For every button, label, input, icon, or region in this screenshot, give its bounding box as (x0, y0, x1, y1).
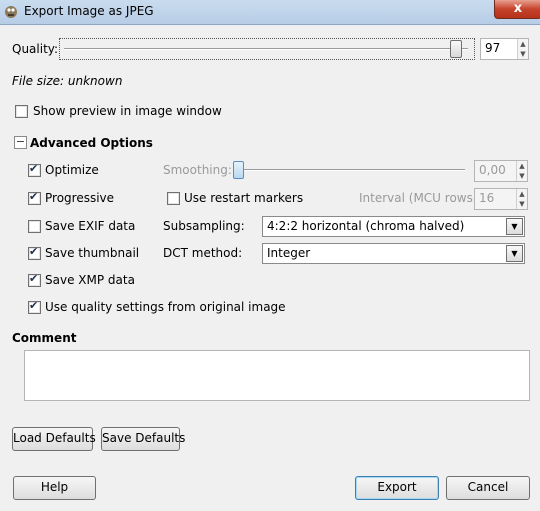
collapse-minus-icon[interactable]: − (14, 136, 27, 149)
interval-value: 16 (479, 191, 495, 205)
dct-method-label: DCT method: (163, 246, 243, 260)
comment-label: Comment (12, 331, 77, 345)
quality-slider-handle[interactable] (450, 40, 462, 58)
interval-spin-arrows[interactable]: ▲ ▼ (516, 189, 527, 209)
use-quality-label: Use quality settings from original image (45, 300, 286, 314)
gimp-icon (5, 6, 17, 18)
spin-down-icon[interactable]: ▼ (518, 49, 528, 59)
optimize-checkbox[interactable] (28, 162, 41, 177)
title-bar: Export Image as JPEG x (0, 0, 540, 25)
dct-method-value: Integer (267, 246, 311, 260)
spin-down-icon[interactable]: ▼ (517, 199, 527, 209)
smoothing-label: Smoothing: (163, 163, 232, 177)
interval-spinbox[interactable]: 16 ▲ ▼ (474, 188, 528, 210)
dropdown-arrow-icon[interactable]: ▼ (506, 218, 523, 235)
quality-slider[interactable] (59, 38, 475, 60)
subsampling-label: Subsampling: (163, 219, 245, 233)
smoothing-slider-track (235, 169, 465, 171)
dropdown-arrow-icon[interactable]: ▼ (506, 245, 523, 262)
progressive-checkbox[interactable] (28, 190, 41, 205)
dct-method-dropdown[interactable]: Integer ▼ (262, 243, 525, 264)
save-thumbnail-label: Save thumbnail (45, 246, 140, 260)
restart-markers-label: Use restart markers (184, 191, 304, 205)
spin-up-icon[interactable]: ▲ (517, 161, 527, 171)
file-size-label: File size: unknown (12, 74, 123, 88)
spin-up-icon[interactable]: ▲ (518, 39, 528, 49)
quality-spin-arrows[interactable]: ▲ ▼ (517, 39, 528, 59)
subsampling-dropdown[interactable]: 4:2:2 horizontal (chroma halved) ▼ (262, 216, 525, 237)
save-thumbnail-checkbox[interactable] (28, 245, 41, 260)
use-quality-checkbox[interactable] (28, 299, 41, 314)
save-exif-label: Save EXIF data (45, 219, 136, 233)
interval-label: Interval (MCU rows): (359, 191, 482, 205)
close-button[interactable]: x (494, 0, 540, 19)
smoothing-spin-arrows[interactable]: ▲ ▼ (516, 161, 527, 181)
quality-slider-track (64, 48, 468, 50)
comment-textarea[interactable] (24, 350, 530, 401)
smoothing-slider-handle[interactable] (233, 161, 244, 179)
close-icon: x (513, 1, 523, 16)
spin-up-icon[interactable]: ▲ (517, 189, 527, 199)
optimize-label: Optimize (45, 163, 99, 177)
load-defaults-button[interactable]: Load Defaults (12, 427, 96, 451)
advanced-options-heading[interactable]: Advanced Options (30, 136, 153, 150)
window-title: Export Image as JPEG (24, 4, 154, 18)
quality-spinbox[interactable]: 97 ▲ ▼ (480, 38, 529, 60)
subsampling-value: 4:2:2 horizontal (chroma halved) (267, 219, 465, 233)
save-exif-checkbox[interactable] (28, 220, 41, 233)
smoothing-value: 0,00 (479, 163, 506, 177)
save-xmp-label: Save XMP data (45, 273, 135, 287)
export-button[interactable]: Export (355, 476, 439, 500)
spin-down-icon[interactable]: ▼ (517, 171, 527, 181)
save-xmp-checkbox[interactable] (28, 272, 41, 287)
quality-value: 97 (485, 41, 501, 55)
help-button[interactable]: Help (13, 476, 96, 500)
show-preview-checkbox[interactable] (15, 105, 28, 118)
smoothing-spinbox[interactable]: 0,00 ▲ ▼ (474, 160, 528, 182)
smoothing-slider[interactable] (231, 160, 467, 180)
restart-markers-checkbox[interactable] (167, 192, 180, 205)
progressive-label: Progressive (45, 191, 115, 205)
save-defaults-button[interactable]: Save Defaults (101, 427, 185, 451)
quality-label: Quality: (12, 42, 59, 56)
cancel-button[interactable]: Cancel (446, 476, 530, 500)
show-preview-label: Show preview in image window (33, 104, 222, 118)
